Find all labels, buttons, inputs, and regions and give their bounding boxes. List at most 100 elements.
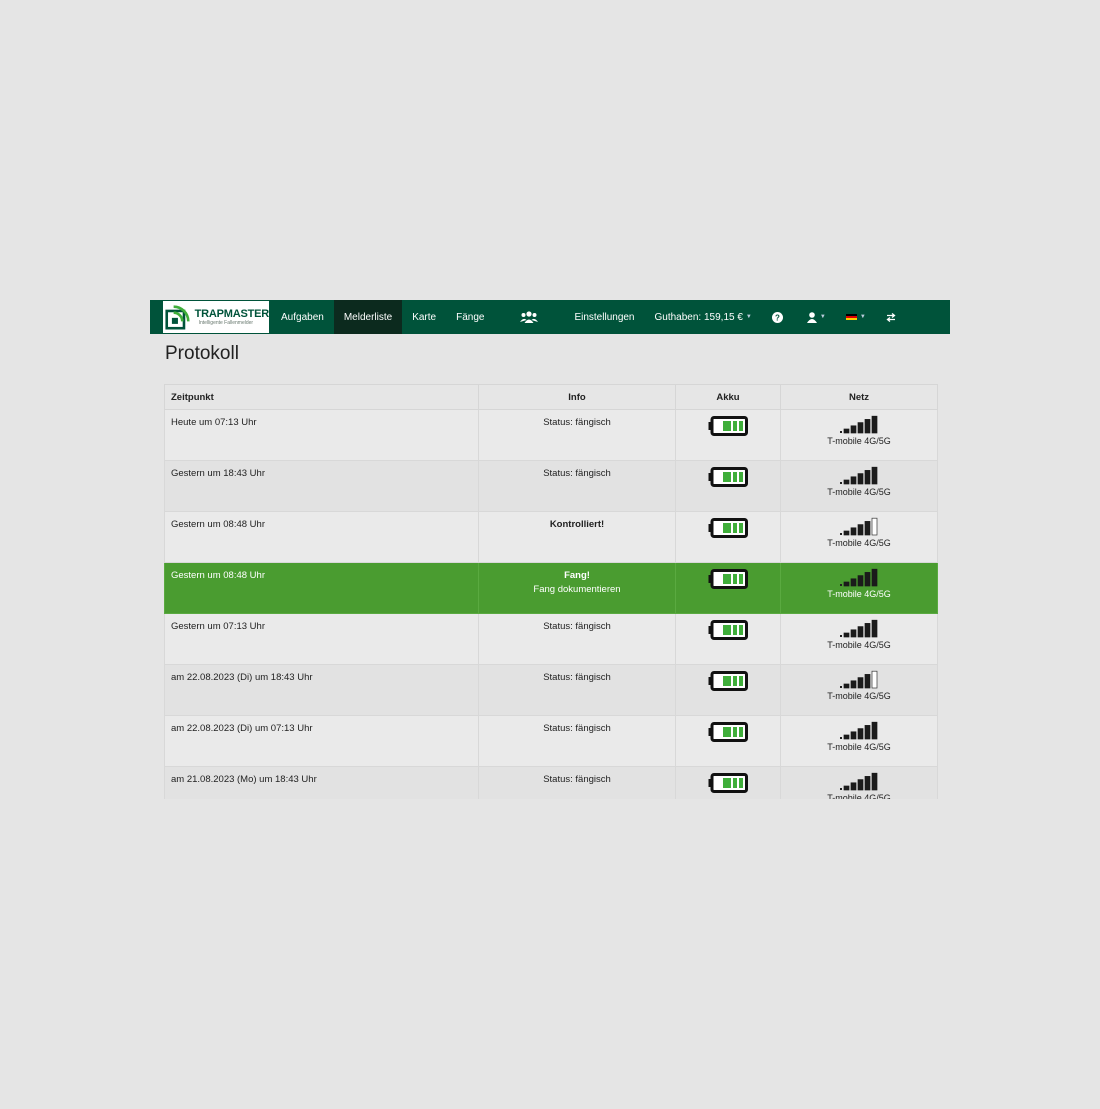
table-row: Heute um 07:13 Uhr Status: fängisch T-mobi… xyxy=(164,409,938,461)
nav-karte[interactable]: Karte xyxy=(402,300,446,334)
info-text: Status: fängisch xyxy=(543,417,611,428)
network-cell: T-mobile 4G/5G xyxy=(780,511,938,563)
help-button[interactable]: ? xyxy=(762,300,793,334)
time-cell: Gestern um 07:13 Uhr xyxy=(164,613,479,665)
battery-cell xyxy=(675,460,781,512)
time-cell: am 22.08.2023 (Di) um 18:43 Uhr xyxy=(164,664,479,716)
nav-aufgaben[interactable]: Aufgaben xyxy=(271,300,334,334)
battery-cell xyxy=(675,511,781,563)
network-label: T-mobile 4G/5G xyxy=(827,640,891,650)
header-akku: Akku xyxy=(675,384,781,410)
network-cell: T-mobile 4G/5G xyxy=(780,460,938,512)
time-cell: am 22.08.2023 (Di) um 07:13 Uhr xyxy=(164,715,479,767)
time-cell: Heute um 07:13 Uhr xyxy=(164,409,479,461)
network-label: T-mobile 4G/5G xyxy=(827,589,891,599)
signal-strength-icon xyxy=(840,568,878,587)
info-cell: Status: fängisch xyxy=(478,664,676,716)
network-label: T-mobile 4G/5G xyxy=(827,436,891,446)
info-cell: Kontrolliert! xyxy=(478,511,676,563)
language-menu[interactable]: ▼ xyxy=(836,300,876,334)
info-cell: Status: fängisch xyxy=(478,460,676,512)
info-cell: Status: fängisch xyxy=(478,715,676,767)
info-text: Status: fängisch xyxy=(543,774,611,785)
document-catch-link[interactable]: Fang dokumentieren xyxy=(479,584,675,595)
battery-icon xyxy=(708,773,748,793)
group-icon xyxy=(520,311,539,323)
network-label: T-mobile 4G/5G xyxy=(827,691,891,701)
network-cell: T-mobile 4G/5G xyxy=(780,664,938,716)
info-text: Fang! xyxy=(564,570,590,581)
network-label: T-mobile 4G/5G xyxy=(827,538,891,548)
group-button[interactable] xyxy=(510,300,548,334)
info-text: Status: fängisch xyxy=(543,672,611,683)
info-text: Status: fängisch xyxy=(543,621,611,632)
table-row-catch[interactable]: Gestern um 08:48 Uhr Fang! Fang dokumentie… xyxy=(164,562,938,614)
info-cell: Status: fängisch xyxy=(478,613,676,665)
signal-strength-icon xyxy=(840,517,878,536)
header-netz: Netz xyxy=(780,384,938,410)
info-text: Kontrolliert! xyxy=(549,519,605,530)
switch-icon xyxy=(886,312,896,322)
network-cell: T-mobile 4G/5G xyxy=(780,715,938,767)
protocol-table: Zeitpunkt Info Akku Netz Heute um 07:13 … xyxy=(164,384,938,869)
signal-strength-icon xyxy=(840,415,878,434)
table-header-row: Zeitpunkt Info Akku Netz xyxy=(164,384,938,410)
chevron-down-icon: ▼ xyxy=(819,314,826,320)
balance-dropdown[interactable]: Guthaben: 159,15 € ▼ xyxy=(645,300,762,334)
time-cell: Gestern um 18:43 Uhr xyxy=(164,460,479,512)
signal-strength-icon xyxy=(840,772,878,791)
battery-icon xyxy=(708,518,748,538)
user-menu[interactable]: ▼ xyxy=(797,300,836,334)
page-background xyxy=(150,799,950,1109)
help-icon: ? xyxy=(771,311,783,323)
header-info: Info xyxy=(478,384,676,410)
logo-tagline: Intelligente Fallenmelder xyxy=(198,319,254,326)
info-cell: Fang! Fang dokumentieren xyxy=(478,562,676,614)
battery-icon xyxy=(708,569,748,589)
signal-strength-icon xyxy=(840,466,878,485)
table-row: Gestern um 18:43 Uhr Status: fängisch T-mo… xyxy=(164,460,938,512)
info-text: Status: fängisch xyxy=(543,723,611,734)
battery-cell xyxy=(675,715,781,767)
battery-cell xyxy=(675,562,781,614)
battery-icon xyxy=(708,467,748,487)
info-text: Status: fängisch xyxy=(543,468,611,479)
battery-icon xyxy=(708,620,748,640)
signal-strength-icon xyxy=(840,670,878,689)
network-cell: T-mobile 4G/5G xyxy=(780,562,938,614)
network-cell: T-mobile 4G/5G xyxy=(780,409,938,461)
time-cell: Gestern um 08:48 Uhr xyxy=(164,562,479,614)
nav-faenge[interactable]: Fänge xyxy=(446,300,494,334)
svg-text:?: ? xyxy=(775,313,780,322)
balance-label: Guthaben: 159,15 € xyxy=(654,311,743,323)
header-zeitpunkt: Zeitpunkt xyxy=(164,384,479,410)
battery-icon xyxy=(708,671,748,691)
german-flag-icon xyxy=(845,313,857,321)
chevron-down-icon: ▼ xyxy=(859,314,866,320)
table-row: am 22.08.2023 (Di) um 18:43 Uhr Status: f… xyxy=(164,664,938,716)
info-cell: Status: fängisch xyxy=(478,409,676,461)
battery-cell xyxy=(675,613,781,665)
signal-strength-icon xyxy=(840,721,878,740)
network-label: T-mobile 4G/5G xyxy=(827,487,891,497)
table-row: Gestern um 08:48 Uhr Kontrolliert! T-mobil… xyxy=(164,511,938,563)
chevron-down-icon: ▼ xyxy=(745,314,752,320)
logo-signal-icon xyxy=(165,305,190,330)
network-label: T-mobile 4G/5G xyxy=(827,742,891,752)
page-title: Protokoll xyxy=(165,343,239,364)
battery-cell xyxy=(675,409,781,461)
trapmaster-logo[interactable]: TRAPMASTER Intelligente Fallenmelder xyxy=(163,301,269,333)
table-row: Gestern um 07:13 Uhr Status: fängisch T-mo… xyxy=(164,613,938,665)
top-navbar: TRAPMASTER Intelligente Fallenmelder Auf… xyxy=(150,300,950,334)
time-cell: Gestern um 08:48 Uhr xyxy=(164,511,479,563)
battery-cell xyxy=(675,664,781,716)
battery-icon xyxy=(708,416,748,436)
nav-melderliste[interactable]: Melderliste xyxy=(333,300,403,334)
network-cell: T-mobile 4G/5G xyxy=(780,613,938,665)
nav-einstellungen[interactable]: Einstellungen xyxy=(564,300,644,334)
battery-icon xyxy=(708,722,748,742)
signal-strength-icon xyxy=(840,619,878,638)
logo-name: TRAPMASTER xyxy=(194,307,270,320)
switch-button[interactable] xyxy=(876,300,906,334)
table-row: am 22.08.2023 (Di) um 07:13 Uhr Status: f… xyxy=(164,715,938,767)
